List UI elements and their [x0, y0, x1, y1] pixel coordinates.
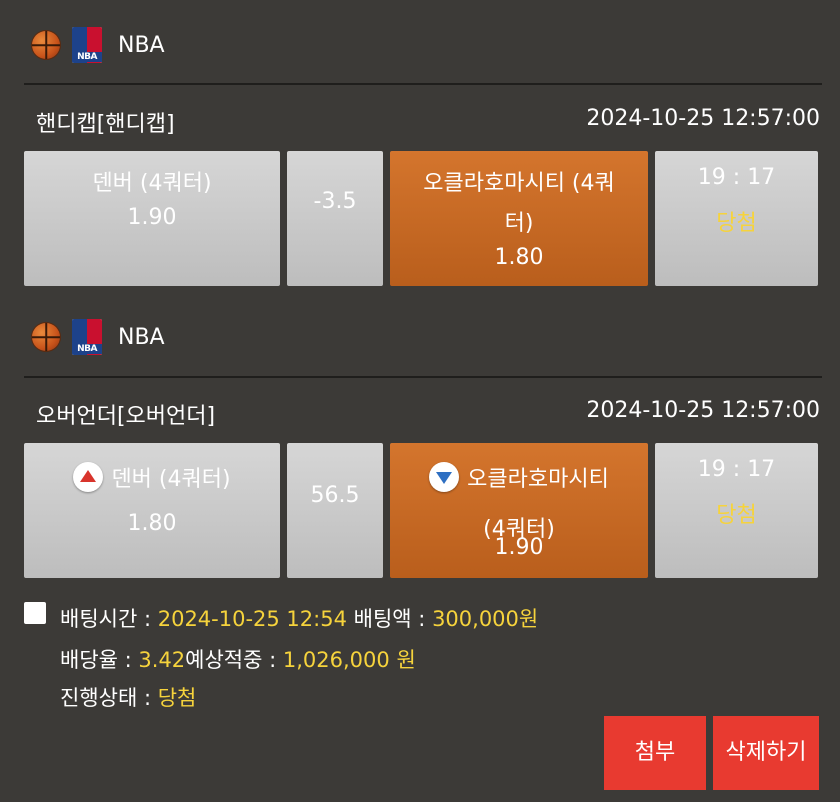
- over-odds-button[interactable]: 덴버 (4쿼터) 1.80: [24, 443, 280, 578]
- score-cell: 19 : 17 당첨: [655, 151, 818, 286]
- handicap-line-cell: -3.5: [287, 151, 383, 286]
- home-team-name: 덴버 (4쿼터): [92, 171, 212, 196]
- divider: [24, 83, 822, 85]
- over-arrow-icon: [73, 462, 104, 492]
- bet-amount-label: 배팅액 :: [353, 607, 426, 631]
- bet-amount: 300,000원: [432, 607, 539, 631]
- score: 19 : 17: [697, 457, 776, 482]
- status-label: 진행상태 :: [60, 686, 152, 710]
- result-badge: 당첨: [716, 211, 757, 236]
- status-row: 진행상태 : 당첨: [60, 682, 196, 712]
- divider: [24, 376, 822, 378]
- bet-time: 2024-10-25 12:54: [157, 607, 347, 631]
- attach-button[interactable]: 첨부: [604, 716, 706, 790]
- league-name: NBA: [118, 33, 165, 58]
- score: 19 : 17: [697, 165, 776, 190]
- total-odds: 3.42: [138, 648, 186, 672]
- over-label-row: 덴버 (4쿼터): [24, 461, 280, 493]
- home-odds: 1.90: [127, 205, 177, 230]
- under-odds-button[interactable]: 오클라호마시티 (4쿼터) 1.90: [390, 443, 648, 578]
- expected-label: 예상적중 :: [185, 648, 277, 672]
- league-header-1: NBA NBA: [0, 20, 840, 70]
- away-odds: 1.80: [494, 245, 544, 270]
- over-odds: 1.80: [127, 511, 177, 536]
- market-title: 오버언더[오버언더]: [36, 404, 216, 429]
- result-badge: 당첨: [716, 503, 757, 528]
- home-team-name: 덴버 (4쿼터): [111, 467, 231, 492]
- bet-time-label: 배팅시간 :: [60, 607, 152, 631]
- odds-label: 배당율 :: [60, 648, 132, 672]
- basketball-icon: [32, 31, 60, 59]
- under-odds: 1.90: [494, 535, 544, 560]
- home-odds-button[interactable]: 덴버 (4쿼터) 1.90: [24, 151, 280, 286]
- odds-row: 배당율 : 3.42예상적중 : 1,026,000 원: [60, 644, 416, 674]
- league-header-2: NBA NBA: [0, 312, 840, 362]
- delete-button[interactable]: 삭제하기: [713, 716, 819, 790]
- bet-time-row: 배팅시간 : 2024-10-25 12:54 배팅액 : 300,000원: [60, 603, 538, 633]
- away-team-name-cont: 터): [504, 211, 534, 236]
- total-value: 56.5: [310, 483, 360, 508]
- under-label-row: 오클라호마시티: [390, 461, 648, 493]
- market-title: 핸디캡[핸디캡]: [36, 112, 175, 137]
- basketball-icon: [32, 323, 60, 351]
- league-name: NBA: [118, 325, 165, 350]
- expected-payout: 1,026,000 원: [282, 648, 416, 672]
- handicap-value: -3.5: [313, 189, 357, 214]
- market-datetime: 2024-10-25 12:57:00: [586, 106, 820, 131]
- under-arrow-icon: [429, 462, 460, 492]
- select-bet-checkbox[interactable]: [24, 602, 46, 624]
- nba-logo-icon: NBA: [72, 319, 102, 355]
- away-team-name: 오클라호마시티: [467, 467, 609, 492]
- away-team-name: 오클라호마시티 (4쿼: [423, 171, 615, 196]
- status-value: 당첨: [157, 686, 197, 710]
- away-odds-button[interactable]: 오클라호마시티 (4쿼 터) 1.80: [390, 151, 648, 286]
- market-datetime: 2024-10-25 12:57:00: [586, 398, 820, 423]
- score-cell: 19 : 17 당첨: [655, 443, 818, 578]
- nba-logo-icon: NBA: [72, 27, 102, 63]
- total-line-cell: 56.5: [287, 443, 383, 578]
